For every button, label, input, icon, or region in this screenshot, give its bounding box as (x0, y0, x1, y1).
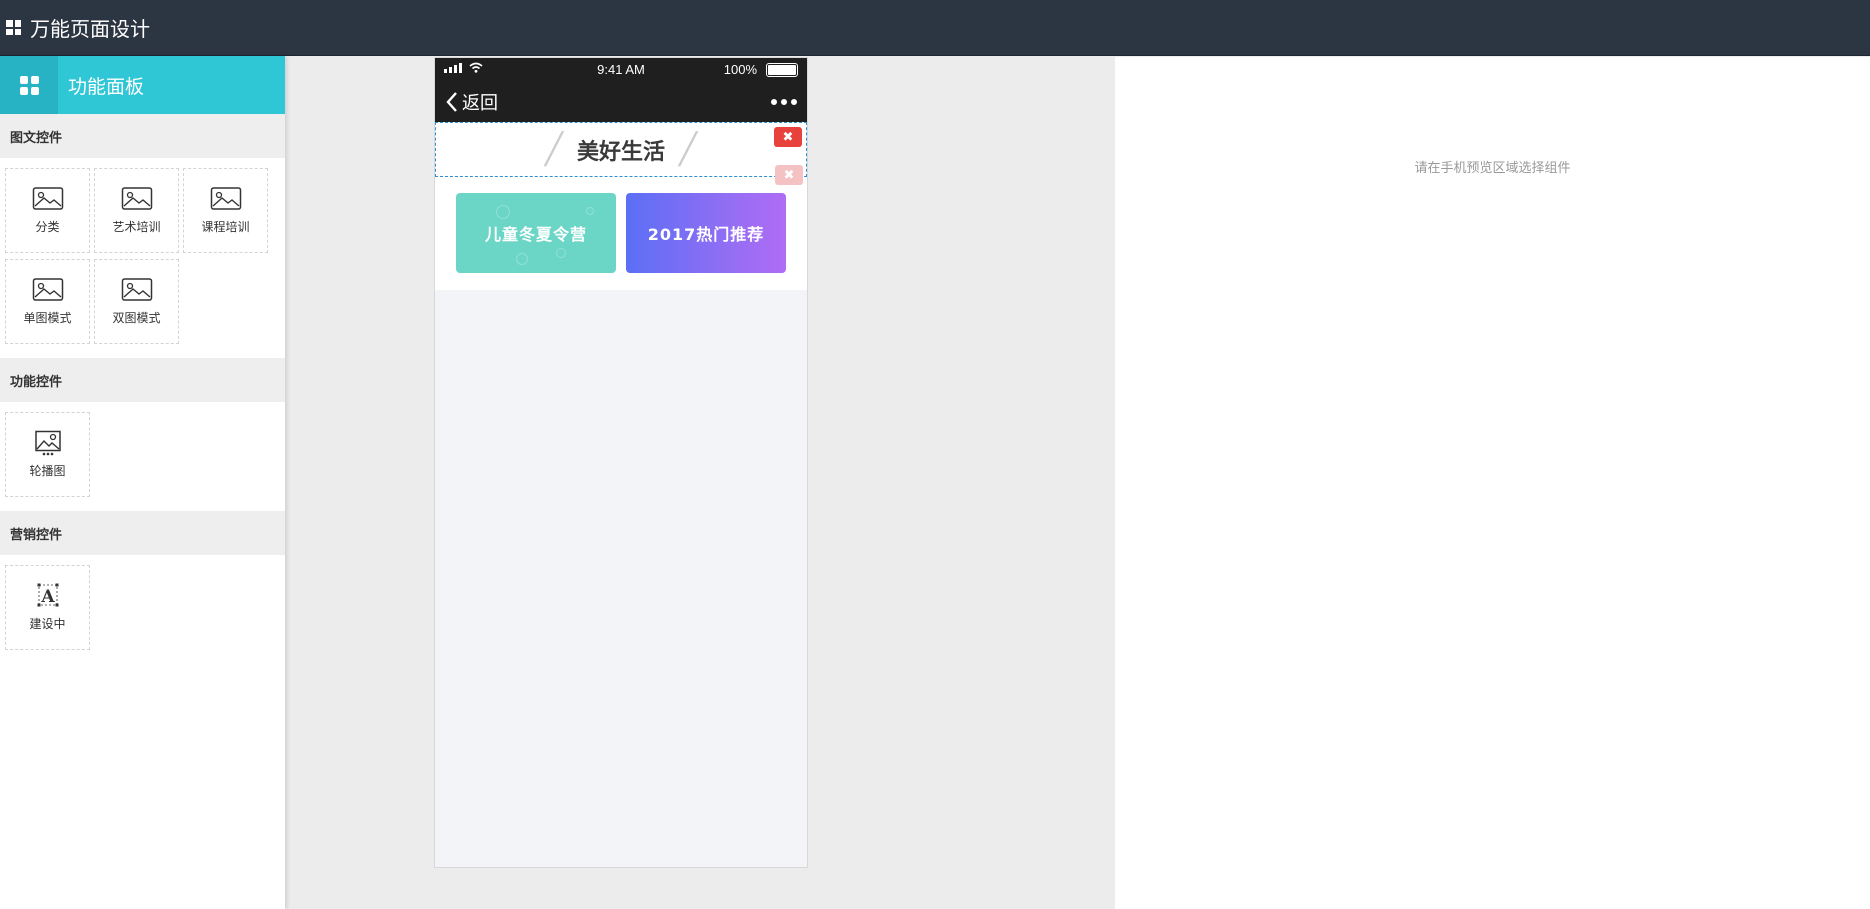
image-icon (32, 187, 63, 210)
function-controls: 轮播图 (0, 402, 285, 511)
title-component[interactable]: ╱ 美好生活 ╱ ✖ (435, 122, 807, 177)
properties-panel: 请在手机预览区域选择组件 (1115, 57, 1870, 909)
control-double-image[interactable]: 双图模式 (94, 259, 179, 344)
control-label: 单图模式 (23, 311, 72, 325)
battery-percent: 100% (723, 62, 757, 77)
section-title-marketing: 营销控件 (0, 511, 285, 555)
control-under-construction[interactable]: A 建设中 (5, 565, 90, 650)
back-label: 返回 (462, 93, 498, 114)
image-icon (121, 187, 152, 210)
slash-decoration-left: ╱ (544, 132, 563, 167)
carousel-icon (34, 430, 61, 456)
text-icon: A (37, 583, 58, 607)
section-title-graphic: 图文控件 (0, 114, 285, 158)
app-title: 万能页面设计 (30, 17, 150, 41)
empty-hint: 请在手机预览区域选择组件 (1414, 161, 1571, 176)
back-button[interactable]: 返回 (445, 89, 498, 115)
phone-preview: 9:41 AM 100% 返回 ╱ 美好生活 ╱ ✖ 儿童冬夏令营 2017热门… (434, 57, 808, 868)
control-label: 分类 (35, 220, 60, 234)
control-category[interactable]: 分类 (5, 168, 90, 253)
graphic-controls: 分类 艺术培训 课程培训 单图模式 双图模式 (0, 158, 285, 358)
control-label: 课程培训 (201, 220, 250, 234)
delete-button-faded[interactable]: ✖ (775, 165, 803, 185)
image-icon (210, 187, 241, 210)
image-icon (121, 278, 152, 301)
top-bar: 万能页面设计 (0, 0, 1870, 56)
app-grid-icon (6, 20, 21, 35)
control-carousel[interactable]: 轮播图 (5, 412, 90, 497)
title-text: 美好生活 (576, 139, 665, 165)
panel-title: 功能面板 (68, 75, 145, 98)
decoration (586, 207, 594, 215)
decoration (556, 248, 566, 258)
status-bar: 9:41 AM 100% (435, 58, 807, 82)
battery-icon (766, 63, 798, 77)
phone-nav-bar: 返回 (435, 82, 807, 122)
section-title-function: 功能控件 (0, 358, 285, 402)
control-art-training[interactable]: 艺术培训 (94, 168, 179, 253)
control-course-training[interactable]: 课程培训 (183, 168, 268, 253)
panel-header: 功能面板 (0, 56, 285, 114)
control-label: 轮播图 (29, 464, 66, 478)
slash-decoration-right: ╱ (679, 132, 698, 167)
chevron-left-icon (446, 92, 457, 112)
marketing-controls: A 建设中 (0, 555, 285, 664)
decoration (496, 205, 510, 219)
function-panel: 功能面板 图文控件 分类 艺术培训 课程培训 单图模式 双图模式 功能控件 轮播… (0, 56, 285, 909)
banner-camp[interactable]: 儿童冬夏令营 (456, 193, 616, 273)
banner-component[interactable]: 儿童冬夏令营 2017热门推荐 ✖ (435, 165, 807, 290)
image-icon (32, 278, 63, 301)
decoration (516, 253, 528, 265)
control-label: 艺术培训 (112, 220, 161, 234)
svg-text:A: A (40, 587, 55, 607)
control-label: 建设中 (29, 617, 66, 631)
control-single-image[interactable]: 单图模式 (5, 259, 90, 344)
delete-button[interactable]: ✖ (774, 127, 802, 147)
control-label: 双图模式 (112, 311, 161, 325)
banner-hot[interactable]: 2017热门推荐 (626, 193, 786, 273)
more-icon[interactable] (771, 99, 797, 105)
dashboard-icon (0, 56, 58, 114)
banner-text: 儿童冬夏令营 (484, 225, 587, 244)
banner-text: 2017热门推荐 (647, 225, 765, 244)
